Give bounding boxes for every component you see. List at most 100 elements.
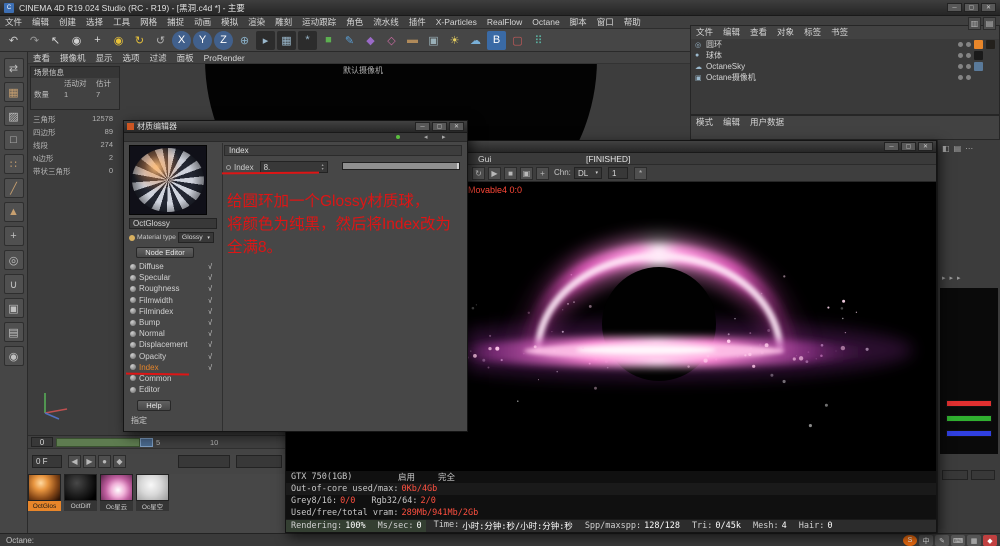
coord-system-icon[interactable]: ⊕ — [235, 31, 254, 50]
material-preview[interactable] — [129, 145, 207, 215]
transport-button[interactable]: ◆ — [113, 455, 126, 468]
viewport-menu-item[interactable]: ProRender — [199, 53, 250, 63]
lock-icon[interactable]: ▣ — [3, 298, 24, 318]
object-row[interactable]: ☁ OctaneSky — [691, 61, 999, 72]
material-tag-icon[interactable] — [974, 62, 983, 71]
mograph-icon[interactable]: ⠿ — [529, 31, 548, 50]
enable-axis-icon[interactable]: + — [3, 226, 24, 246]
attribute-menu-item[interactable]: 编辑 — [718, 116, 745, 128]
blue-channel-strip[interactable] — [946, 430, 992, 437]
polygons-mode-icon[interactable]: ▲ — [3, 202, 24, 222]
workplane-icon[interactable]: □ — [3, 130, 24, 150]
viewport-menu-item[interactable]: 摄像机 — [55, 52, 91, 64]
samples-field[interactable]: 1 — [608, 167, 628, 179]
material-channel-row[interactable]: Roughness √ — [127, 283, 221, 294]
index-slider[interactable] — [342, 162, 460, 170]
object-manager-menu-item[interactable]: 标签 — [799, 26, 826, 38]
visibility-dot[interactable] — [958, 64, 963, 69]
channel-checkbox[interactable]: √ — [208, 307, 218, 316]
attribute-field[interactable] — [942, 470, 968, 480]
object-row[interactable]: ▣ Octane摄像机 — [691, 72, 999, 83]
menubar-item[interactable]: 运动跟踪 — [297, 16, 341, 28]
menubar-item[interactable]: X-Particles — [431, 17, 482, 27]
x-axis-icon[interactable]: X — [172, 30, 191, 50]
close-button[interactable]: ✕ — [449, 122, 464, 131]
material-tag-icon[interactable] — [986, 51, 995, 60]
material-type-dropdown[interactable]: Glossy ▾ — [177, 232, 214, 243]
layers-icon[interactable]: ◉ — [3, 346, 24, 366]
current-frame-box[interactable]: 0 — [31, 437, 53, 447]
material-channel-row[interactable]: Normal √ — [127, 328, 221, 339]
undo-icon[interactable]: ↶ — [4, 31, 23, 50]
green-channel-strip[interactable] — [946, 415, 992, 422]
viewport-menu-item[interactable]: 选项 — [118, 52, 145, 64]
timeline-handle[interactable] — [140, 438, 153, 447]
menubar-item[interactable]: 帮助 — [619, 16, 646, 28]
coordinate-field[interactable] — [236, 455, 282, 468]
pen-icon[interactable]: ✎ — [935, 535, 949, 546]
material-name-field[interactable]: OctGlossy — [129, 218, 217, 229]
minimize-button[interactable]: ─ — [947, 3, 962, 12]
material-swatch[interactable]: Oc星空 — [136, 474, 169, 511]
keyboard-icon[interactable]: ⌨ — [951, 535, 965, 546]
material-channel-row[interactable]: Filmindex √ — [127, 306, 221, 317]
material-editor-titlebar[interactable]: 材质编辑器 ─ ▢ ✕ — [124, 121, 467, 133]
viewport-solo-icon[interactable]: ◎ — [3, 250, 24, 270]
spin-down-icon[interactable]: ▾ — [322, 167, 324, 171]
spline-pen-icon[interactable]: ✎ — [340, 31, 359, 50]
channel-checkbox[interactable]: √ — [208, 352, 218, 361]
node-editor-button[interactable]: Node Editor — [136, 247, 194, 258]
render-view-icon[interactable]: ▸ — [256, 30, 275, 50]
panel-icon[interactable]: ▸ — [950, 274, 954, 282]
redo-icon[interactable]: ↷ — [25, 31, 44, 50]
render-picture-viewer-icon[interactable]: ▦ — [277, 30, 296, 50]
menubar-item[interactable]: 创建 — [54, 16, 81, 28]
visibility-dot[interactable] — [966, 75, 971, 80]
channel-checkbox[interactable]: √ — [208, 273, 218, 282]
coordinate-field[interactable] — [178, 455, 230, 468]
material-tag-icon[interactable] — [974, 73, 983, 82]
texture-mode-icon[interactable]: ▨ — [3, 106, 24, 126]
attribute-menu-item[interactable]: 用户数据 — [745, 116, 789, 128]
channel-checkbox[interactable]: √ — [208, 318, 218, 327]
menubar-item[interactable]: 渲染 — [243, 16, 270, 28]
maximize-button[interactable]: ▢ — [432, 122, 447, 131]
visibility-dot[interactable] — [966, 42, 971, 47]
visibility-dot[interactable] — [958, 42, 963, 47]
maximize-button[interactable]: ▢ — [901, 142, 916, 151]
material-channel-row[interactable]: Filmwidth √ — [127, 295, 221, 306]
badge-icon[interactable]: ◆ — [983, 535, 997, 546]
transport-button[interactable]: ◀ — [68, 455, 81, 468]
material-channel-row[interactable]: Displacement √ — [127, 339, 221, 350]
add-cube-icon[interactable]: ■ — [319, 31, 338, 50]
sky-icon[interactable]: ☁ — [466, 31, 485, 50]
channel-checkbox[interactable]: √ — [208, 284, 218, 293]
z-axis-icon[interactable]: Z — [214, 30, 233, 50]
panel-icon[interactable]: ⋯ — [965, 144, 973, 153]
menubar-item[interactable]: Octane — [527, 17, 564, 27]
maximize-button[interactable]: ▢ — [964, 3, 979, 12]
material-tag-icon[interactable] — [974, 51, 983, 60]
render-settings-icon[interactable]: * — [298, 30, 317, 50]
menubar-item[interactable]: 插件 — [404, 16, 431, 28]
channel-checkbox[interactable]: √ — [208, 363, 218, 372]
visibility-dot[interactable] — [966, 64, 971, 69]
attribute-menu-item[interactable]: 模式 — [691, 116, 718, 128]
material-thumbnail[interactable] — [100, 474, 133, 501]
menubar-item[interactable]: RealFlow — [482, 17, 527, 27]
object-manager-menu-item[interactable]: 书签 — [826, 26, 853, 38]
grid-icon[interactable]: ▦ — [967, 535, 981, 546]
menubar-item[interactable]: 流水线 — [368, 16, 404, 28]
visibility-dot[interactable] — [958, 75, 963, 80]
menubar-item[interactable]: 雕刻 — [270, 16, 297, 28]
menubar-item[interactable]: 角色 — [341, 16, 368, 28]
frame-field[interactable]: 0 F — [32, 455, 62, 468]
viewport-menu-item[interactable]: 显示 — [91, 52, 118, 64]
material-tag-icon[interactable] — [986, 40, 995, 49]
visibility-dot[interactable] — [966, 53, 971, 58]
channel-checkbox[interactable]: √ — [208, 329, 218, 338]
material-channel-row[interactable]: Opacity √ — [127, 351, 221, 362]
material-thumbnail[interactable] — [28, 474, 61, 501]
viewport-menu-item[interactable]: 面板 — [172, 52, 199, 64]
stop-render-icon[interactable]: ■ — [504, 167, 517, 180]
